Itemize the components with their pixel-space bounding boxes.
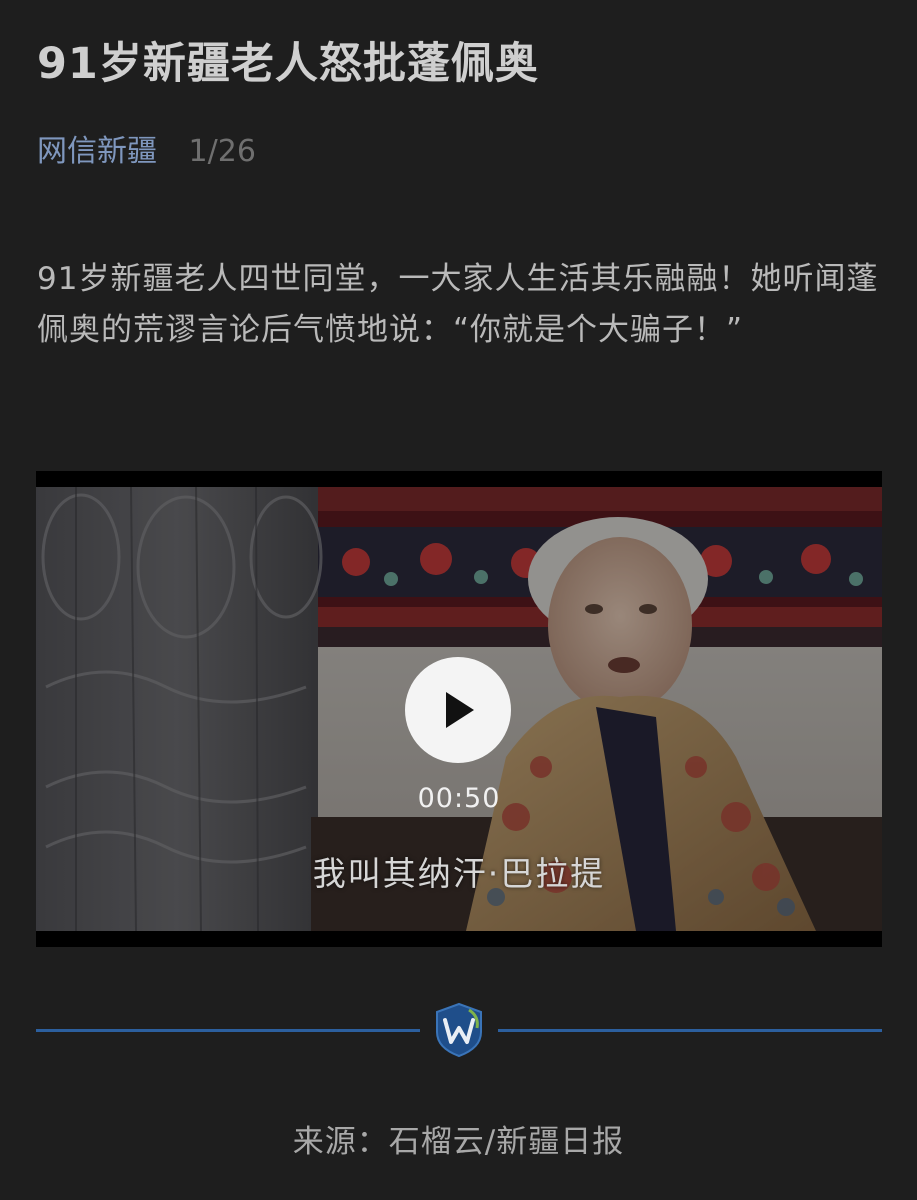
page-counter: 1/26 [188, 134, 256, 169]
article-meta: 网信新疆 1/26 [37, 130, 256, 174]
play-icon [446, 692, 474, 728]
video-duration: 00:50 [417, 783, 501, 814]
article-title: 91岁新疆老人怒批蓬佩奥 [37, 39, 539, 89]
divider-line-left [36, 1029, 420, 1032]
video-subtitle: 我叫其纳汗·巴拉提 [312, 854, 606, 893]
article-intro: 91岁新疆老人四世同堂，一大家人生活其乐融融！她听闻蓬佩奥的荒谬言论后气愤地说：… [37, 261, 879, 348]
video-player[interactable]: 00:50 我叫其纳汗·巴拉提 [36, 471, 882, 947]
w-shield-logo-icon [436, 1002, 482, 1058]
section-divider [36, 1002, 882, 1062]
account-name-link[interactable]: 网信新疆 [37, 134, 157, 169]
article-page: 91岁新疆老人怒批蓬佩奥 网信新疆 1/26 91岁新疆老人四世同堂，一大家人生… [0, 0, 917, 1200]
article-source: 来源：石榴云/新疆日报 [292, 1124, 625, 1160]
play-button[interactable] [405, 657, 511, 763]
divider-line-right [498, 1029, 882, 1032]
